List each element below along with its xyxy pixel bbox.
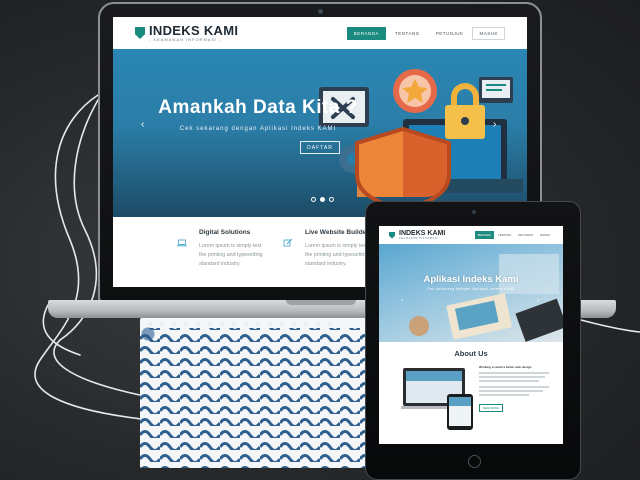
laptop-trackpad-notch bbox=[286, 300, 356, 305]
desk-photo bbox=[409, 254, 563, 342]
logo-subtitle: - KEAMANAN INFORMASI - bbox=[149, 37, 222, 42]
nav-tentang[interactable]: TENTANG bbox=[388, 27, 427, 40]
tablet-logo-title: INDEKS KAMI bbox=[399, 230, 446, 237]
about-title: About Us bbox=[454, 349, 488, 358]
shield-icon bbox=[389, 231, 395, 239]
devices-illustration bbox=[401, 368, 473, 430]
laptop-camera bbox=[318, 9, 323, 14]
spiral-notebook bbox=[140, 318, 385, 468]
main-nav: BERANDA TENTANG PETUNJUK MASUK bbox=[346, 26, 505, 40]
daftar-button[interactable]: DAFTAR bbox=[300, 141, 340, 154]
feature-digital-solutions: Digital Solutions Lorem ipsum is simply … bbox=[177, 229, 309, 269]
feature-line: standard industry. bbox=[199, 261, 241, 267]
nav-petunjuk[interactable]: PETUNJUK bbox=[429, 27, 471, 40]
text-line bbox=[479, 394, 529, 396]
text-line bbox=[479, 372, 549, 374]
edit-icon bbox=[283, 239, 293, 247]
feature-title: Digital Solutions bbox=[199, 229, 251, 236]
wave-pattern bbox=[140, 322, 385, 468]
tablet-nav-petunjuk[interactable]: PETUNJUK bbox=[515, 231, 536, 239]
tablet-camera bbox=[472, 210, 476, 214]
text-line bbox=[479, 386, 549, 388]
chevron-right-icon[interactable]: › bbox=[537, 298, 539, 304]
text-line bbox=[479, 380, 539, 382]
tablet-nav: BERANDA TENTANG PETUNJUK MASUK bbox=[474, 231, 553, 239]
slider-dot[interactable] bbox=[329, 197, 334, 202]
logo-title: INDEKS KAMI bbox=[149, 23, 239, 38]
nav-beranda[interactable]: BERANDA bbox=[346, 26, 387, 40]
tablet-hero: Aplikasi Indeks Kami Cek sekarang dengan… bbox=[379, 244, 563, 342]
nav-masuk[interactable]: MASUK bbox=[472, 26, 505, 40]
tablet-hero-subtitle: Cek sekarang dengan Aplikasi Indeks KAMI bbox=[427, 287, 515, 291]
tablet-hero-title: Aplikasi Indeks Kami bbox=[423, 274, 519, 285]
feature-line: the printing and typesetting bbox=[199, 252, 263, 258]
slider-dot[interactable] bbox=[311, 197, 316, 202]
read-more-button[interactable]: READ MORE bbox=[479, 404, 503, 412]
tablet-site-logo[interactable]: INDEKS KAMI KEAMANAN INFORMASI bbox=[389, 230, 445, 240]
site-header: INDEKS KAMI - KEAMANAN INFORMASI - BERAN… bbox=[113, 17, 527, 49]
slider-dot-active[interactable] bbox=[320, 197, 325, 202]
hero-slider: Amankah Data Kita ? Cek sekarang dengan … bbox=[113, 49, 527, 217]
site-logo[interactable]: INDEKS KAMI - KEAMANAN INFORMASI - bbox=[135, 24, 238, 42]
tablet-screen: INDEKS KAMI KEAMANAN INFORMASI BERANDA T… bbox=[379, 226, 563, 444]
tablet-nav-beranda[interactable]: BERANDA bbox=[474, 231, 495, 239]
chevron-left-icon[interactable]: ‹ bbox=[401, 298, 403, 304]
hero-title: Amankah Data Kita ? bbox=[158, 97, 358, 118]
text-line bbox=[479, 390, 543, 392]
tablet-site-header: INDEKS KAMI KEAMANAN INFORMASI BERANDA T… bbox=[379, 226, 563, 244]
chevron-right-icon[interactable]: › bbox=[493, 119, 496, 130]
shield-icon bbox=[355, 126, 451, 212]
tablet-logo-subtitle: KEAMANAN INFORMASI bbox=[399, 237, 439, 240]
tablet-about-section: About Us Working to build a better web d… bbox=[379, 342, 563, 444]
shield-icon bbox=[135, 27, 145, 39]
slider-dots bbox=[311, 197, 334, 202]
chevron-left-icon[interactable]: ‹ bbox=[141, 119, 144, 130]
laptop-icon bbox=[177, 239, 187, 247]
hero-subtitle: Cek sekarang dengan Aplikasi Indeks KAMI bbox=[179, 126, 337, 132]
tablet-nav-tentang[interactable]: TENTANG bbox=[495, 231, 514, 239]
about-heading: Working to build a better web design bbox=[479, 365, 532, 369]
tablet-nav-masuk[interactable]: MASUK bbox=[537, 231, 553, 239]
monitor-icon bbox=[479, 77, 513, 103]
text-line bbox=[479, 376, 545, 378]
home-button[interactable] bbox=[468, 455, 481, 468]
security-illustration bbox=[319, 69, 523, 212]
